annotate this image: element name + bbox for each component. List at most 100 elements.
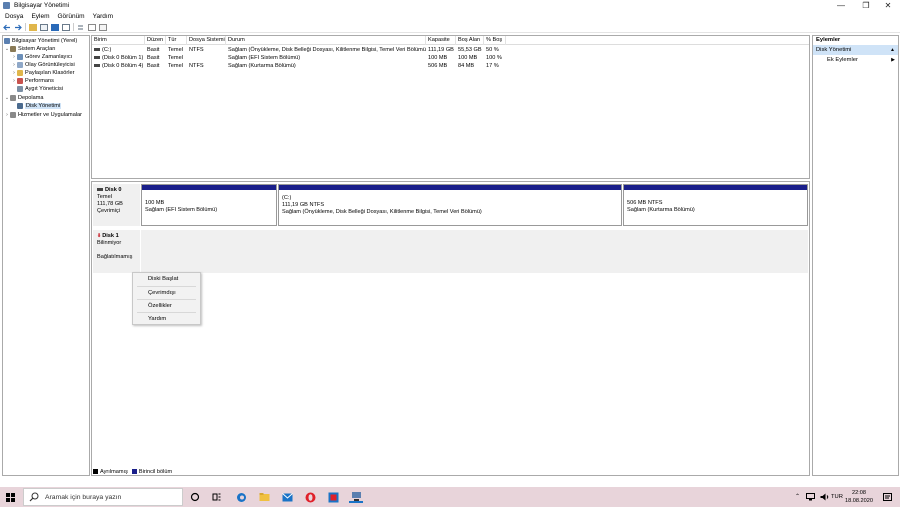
actions-section-disk-management[interactable]: Disk Yönetimi ▲ — [813, 45, 898, 55]
disk-status: Bağlatılmamış — [97, 254, 133, 260]
disk-0-label[interactable]: Disk 0 Temel 111,78 GB Çevrimiçi — [93, 184, 140, 226]
tree-item-system-tools[interactable]: ⌄ Sistem Araçları — [4, 45, 56, 53]
action-more-actions[interactable]: Ek Eylemler ▶ — [813, 55, 898, 65]
cell-volume: (Disk 0 Bölüm 4) — [102, 63, 144, 69]
settings-icon[interactable] — [99, 23, 107, 31]
disk-management-icon — [17, 103, 23, 109]
tree-item-computer-management[interactable]: Bilgisayar Yönetimi (Yerel) — [4, 37, 77, 45]
column-header-free-space[interactable]: Boş Alan — [456, 36, 484, 45]
tree-label: Aygıt Yöneticisi — [25, 86, 64, 92]
menu-file[interactable]: Dosya — [5, 13, 23, 20]
window-title: Bilgisayar Yönetimi — [14, 2, 70, 9]
column-header-status[interactable]: Durum — [226, 36, 426, 45]
drive-icon — [94, 48, 100, 52]
drive-icon — [94, 56, 100, 60]
partition-size: 100 MB — [145, 200, 165, 206]
minimize-button[interactable]: — — [830, 0, 852, 11]
partition-recovery[interactable]: 506 MB NTFS Sağlam (Kurtarma Bölümü) — [623, 184, 808, 226]
collapse-arrow-icon[interactable]: ▲ — [890, 45, 895, 55]
cell-free-space: 100 MB — [458, 55, 478, 61]
task-view-icon[interactable] — [211, 491, 223, 503]
legend: Ayrılmamış Birincil bölüm — [91, 467, 172, 476]
menu-help[interactable]: Yardım — [93, 13, 113, 20]
tray-overflow-icon[interactable]: ⌃ — [795, 487, 800, 507]
cell-free-space: 55,53 GB — [458, 47, 482, 53]
cell-layout: Basit — [147, 47, 160, 53]
disk-1-unallocated-area[interactable] — [141, 230, 808, 273]
tree-label: Olay Görüntüleyicisi — [25, 62, 75, 68]
partition-bar — [279, 185, 621, 190]
tree-item-performance[interactable]: › Performans — [11, 77, 54, 85]
menu-bar: Dosya Eylem Görünüm Yardım — [0, 11, 900, 21]
tree-item-device-manager[interactable]: Aygıt Yöneticisi — [17, 85, 63, 93]
taskbar-clock[interactable]: 22:08 18.08.2020 — [841, 489, 877, 505]
tree-item-event-viewer[interactable]: › Olay Görüntüleyicisi — [11, 61, 75, 69]
notification-icon[interactable] — [883, 487, 892, 507]
tree-item-services-applications[interactable]: › Hizmetler ve Uygulamalar — [4, 111, 82, 119]
column-header-file-system[interactable]: Dosya Sistemi — [187, 36, 226, 45]
menu-item-initialize-disk[interactable]: Diski Başlat — [133, 273, 200, 285]
tree-item-disk-management[interactable]: Disk Yönetimi — [17, 102, 62, 110]
menu-item-help[interactable]: Yardım — [133, 313, 200, 325]
cell-volume: (C:) — [102, 47, 112, 53]
table-row[interactable]: (C:) Basit Temel NTFS Sağlam (Önyükleme,… — [92, 46, 809, 54]
menu-action[interactable]: Eylem — [31, 13, 49, 20]
file-explorer-icon[interactable] — [258, 491, 270, 503]
tree-item-task-scheduler[interactable]: › Görev Zamanlayıcı — [11, 53, 72, 61]
folder-up-icon[interactable] — [29, 23, 37, 31]
close-button[interactable]: ✕ — [877, 0, 899, 11]
computer-management-taskbar-icon[interactable] — [349, 491, 363, 503]
cell-status: Sağlam (Kurtarma Bölümü) — [228, 63, 296, 69]
partition-status: Sağlam (EFI Sistem Bölümü) — [145, 207, 218, 213]
help-icon[interactable] — [51, 23, 59, 31]
error-arrow-icon: ⬇ — [97, 233, 102, 239]
column-header-percent-free[interactable]: % Boş — [484, 36, 506, 45]
network-icon[interactable] — [806, 487, 815, 507]
menu-item-properties[interactable]: Özellikler — [133, 300, 200, 312]
maximize-button[interactable]: ❐ — [855, 0, 877, 11]
cell-status: Sağlam (EFI Sistem Bölümü) — [228, 55, 301, 61]
photos-app-icon[interactable] — [327, 491, 339, 503]
device-manager-icon — [17, 86, 23, 92]
partition-title: (C:) — [282, 195, 292, 201]
edge-browser-icon[interactable] — [235, 491, 247, 503]
tree-item-storage[interactable]: ⌄ Depolama — [4, 94, 44, 102]
export-list-icon[interactable] — [88, 23, 96, 31]
back-arrow-icon[interactable] — [3, 24, 11, 31]
show-hide-tree-icon[interactable] — [40, 23, 48, 31]
storage-icon — [10, 95, 16, 101]
table-row[interactable]: (Disk 0 Bölüm 4) Basit Temel NTFS Sağlam… — [92, 62, 809, 70]
console-tree: Bilgisayar Yönetimi (Yerel) ⌄ Sistem Ara… — [2, 35, 90, 476]
table-row[interactable]: (Disk 0 Bölüm 1) Basit Temel Sağlam (EFI… — [92, 54, 809, 62]
menu-item-offline[interactable]: Çevrimdışı — [133, 287, 200, 299]
toolbar-separator — [73, 23, 74, 31]
column-header-type[interactable]: Tür — [166, 36, 187, 45]
shared-folder-icon — [17, 70, 23, 76]
toolbar — [0, 22, 900, 33]
tree-item-shared-folders[interactable]: › Paylaşılan Klasörler — [11, 69, 74, 77]
disk-status: Çevrimiçi — [97, 208, 120, 214]
cell-percent-free: 100 % — [486, 55, 502, 61]
cortana-icon[interactable] — [189, 491, 201, 503]
drive-icon — [94, 64, 100, 68]
partition-c[interactable]: (C:) 111,19 GB NTFS Sağlam (Önyükleme, Dis… — [278, 184, 622, 226]
cell-volume: (Disk 0 Bölüm 1) — [102, 55, 144, 61]
disk-type: Bilinmiyor — [97, 240, 122, 246]
column-header-capacity[interactable]: Kapasite — [426, 36, 456, 45]
properties-icon[interactable] — [62, 23, 70, 31]
disk-type: Temel — [97, 194, 112, 200]
refresh-icon[interactable] — [77, 24, 85, 31]
mail-icon[interactable] — [281, 491, 293, 503]
partition-efi[interactable]: 100 MB Sağlam (EFI Sistem Bölümü) — [141, 184, 277, 226]
column-header-layout[interactable]: Düzen — [145, 36, 166, 45]
taskbar-search-box[interactable]: Aramak için buraya yazın — [23, 488, 183, 506]
menu-view[interactable]: Görünüm — [58, 13, 85, 20]
tree-label: Depolama — [18, 95, 44, 101]
forward-arrow-icon[interactable] — [14, 24, 22, 31]
disk-1-label[interactable]: ⬇Disk 1 Bilinmiyor Bağlatılmamış — [93, 230, 140, 273]
column-header-volume[interactable]: Birim — [92, 36, 145, 45]
opera-browser-icon[interactable] — [304, 491, 316, 503]
performance-icon — [17, 78, 23, 84]
volume-icon[interactable] — [820, 487, 829, 507]
start-button[interactable] — [0, 487, 20, 507]
